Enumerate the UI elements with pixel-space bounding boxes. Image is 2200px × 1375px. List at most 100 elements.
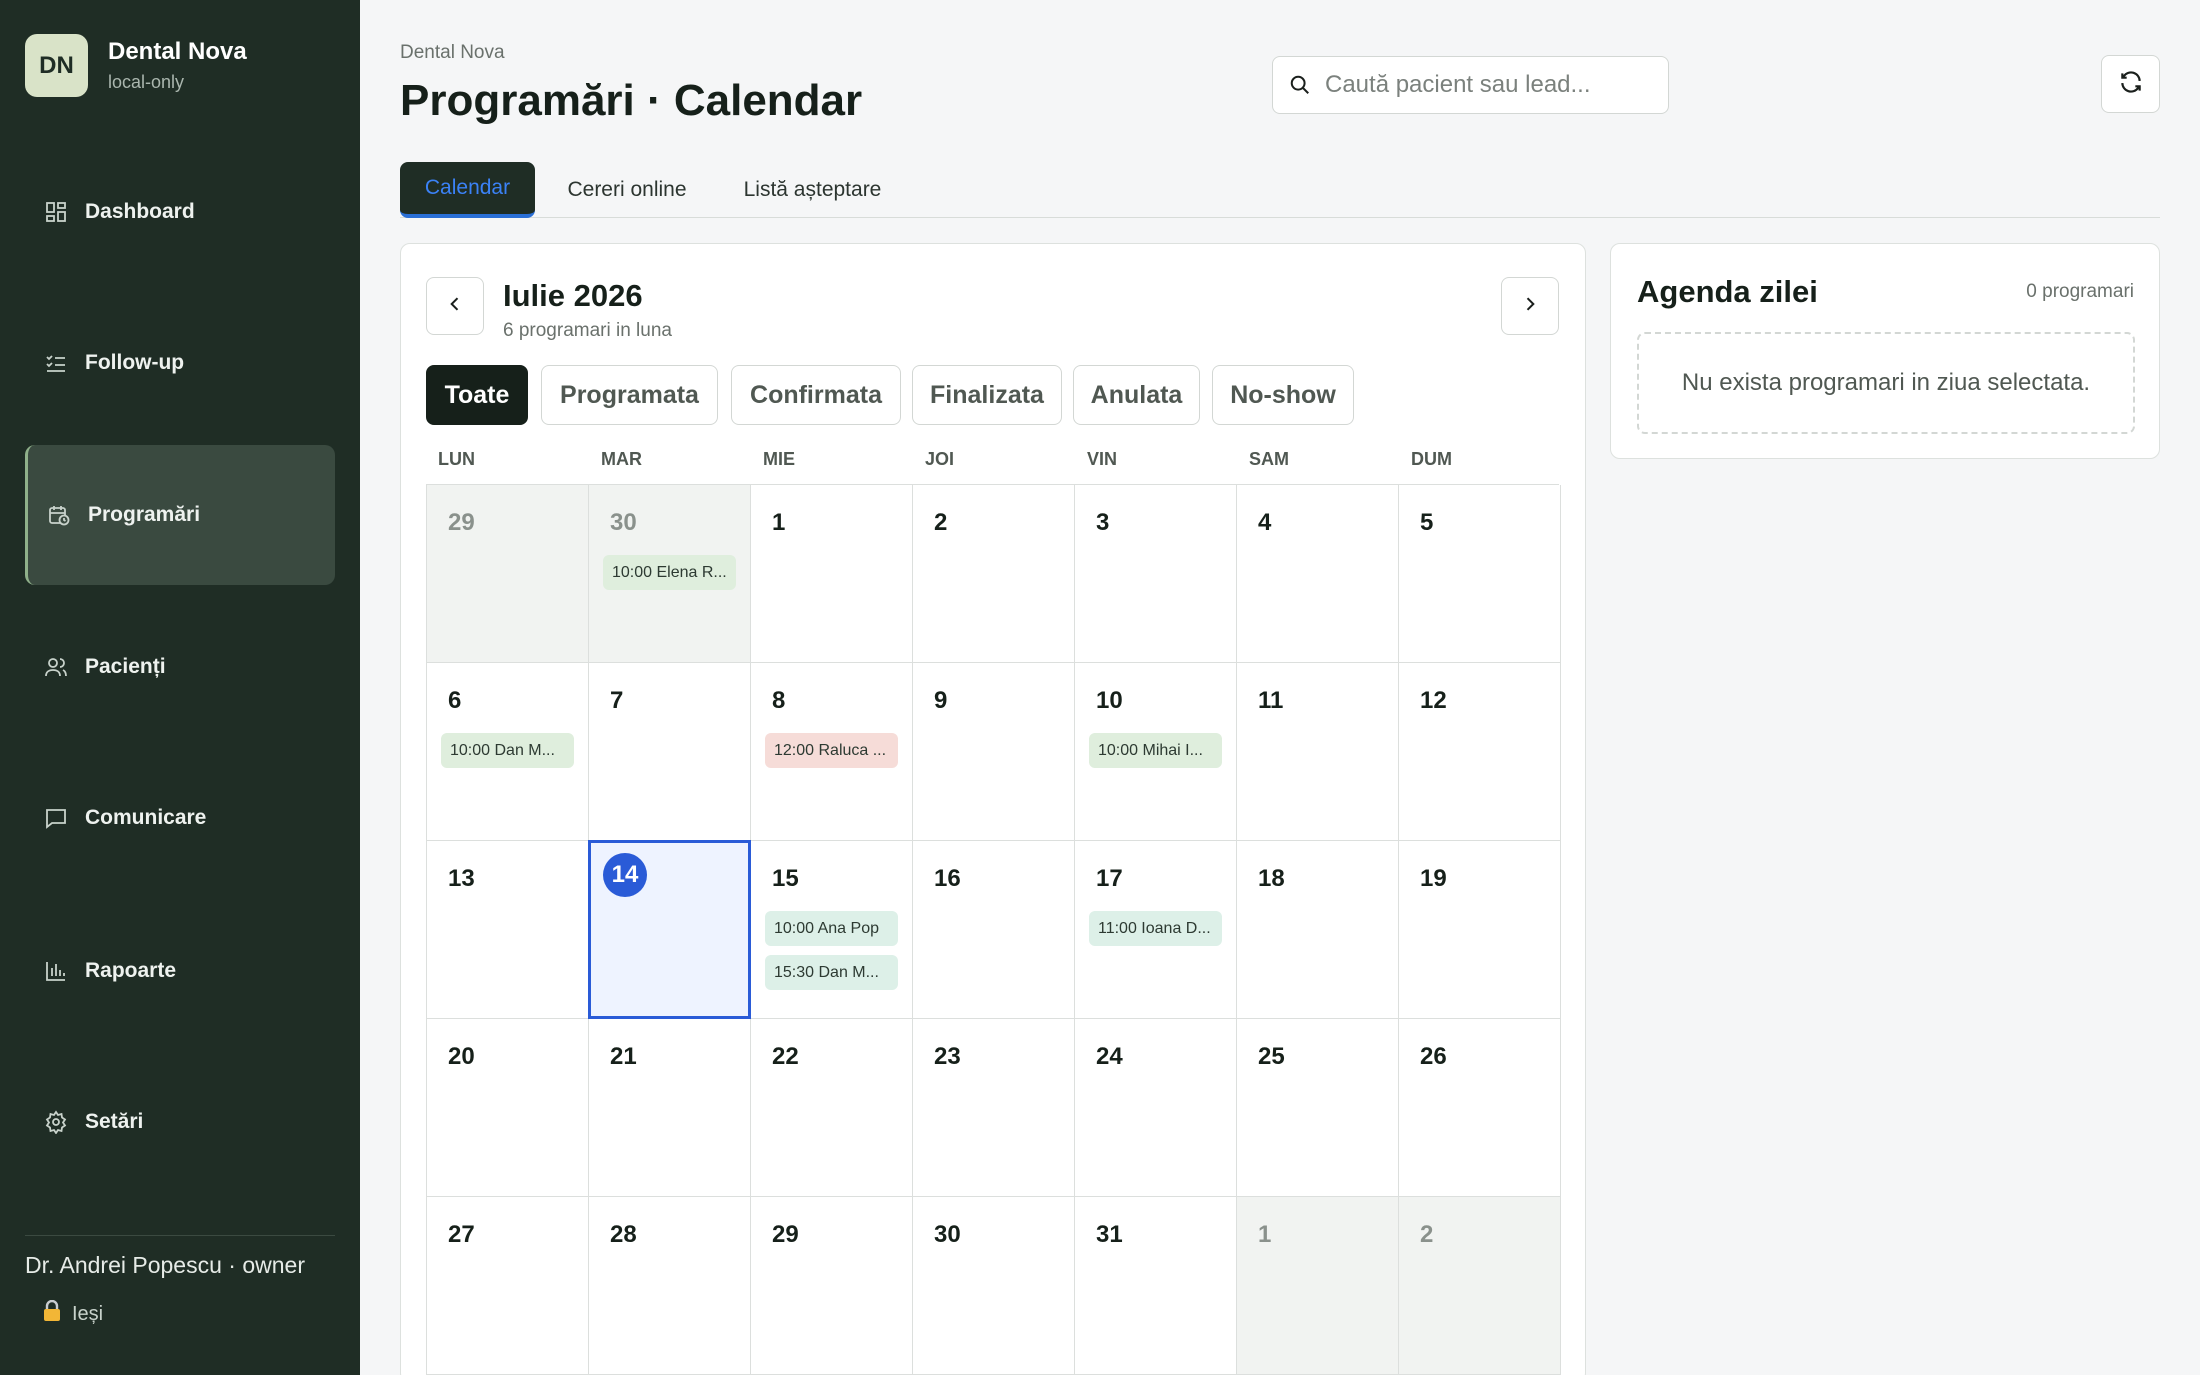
calendar-day[interactable]: 29 [751,1197,913,1375]
next-month-button[interactable] [1501,277,1559,335]
calendar-day[interactable]: 28 [589,1197,751,1375]
day-number: 19 [1420,865,1447,892]
day-number: 12 [1420,687,1447,714]
checklist-icon [43,350,69,376]
calendar-day[interactable]: 13 [427,841,589,1019]
calendar-day[interactable]: 12 [1399,663,1561,841]
weekday-label: MAR [601,449,642,469]
appointment-chip[interactable]: 10:00 Mihai I... [1089,733,1222,768]
appointment-chip[interactable]: 10:00 Dan M... [441,733,574,768]
weekday-label: DUM [1411,449,1452,469]
calendar-day[interactable]: 19 [1399,841,1561,1019]
agenda-card: Agenda zilei 0 programari Nu exista prog… [1610,243,2160,459]
filter-confirmata[interactable]: Confirmata [731,365,901,425]
calendar-day-today[interactable]: 14 [588,840,751,1019]
day-number: 22 [772,1043,799,1070]
refresh-icon [2118,69,2144,100]
calendar-day[interactable]: 18 [1237,841,1399,1019]
appointment-chip[interactable]: 11:00 Ioana D... [1089,911,1222,946]
weekday-label: VIN [1087,449,1118,469]
calendar-day[interactable]: 30 10:00 Elena R... [589,485,751,663]
filter-no-show[interactable]: No-show [1212,365,1354,425]
appointment-chip[interactable]: 12:00 Raluca ... [765,733,898,768]
calendar-day[interactable]: 16 [913,841,1075,1019]
calendar-day[interactable]: 30 [913,1197,1075,1375]
calendar-day[interactable]: 1 [751,485,913,663]
dashboard-icon [43,199,69,225]
bar-chart-icon [43,958,69,984]
tab-lista-asteptare[interactable]: Listă așteptare [725,162,900,218]
calendar-day[interactable]: 11 [1237,663,1399,841]
logout-label: Ieși [72,1302,104,1325]
appointment-chip[interactable]: 10:00 Ana Pop [765,911,898,946]
calendar-clock-icon [46,502,72,528]
calendar-day[interactable]: 2 [913,485,1075,663]
calendar-day[interactable]: 20 [427,1019,589,1197]
sidebar-item-programari[interactable]: Programări [25,445,335,585]
calendar-day[interactable]: 8 12:00 Raluca ... [751,663,913,841]
search-box[interactable] [1272,56,1669,114]
calendar-day[interactable]: 4 [1237,485,1399,663]
sidebar-item-setari[interactable]: Setări [25,1052,335,1192]
calendar-day[interactable]: 2 [1399,1197,1561,1375]
day-number: 27 [448,1221,475,1248]
day-number: 9 [934,687,948,714]
calendar-day[interactable]: 24 [1075,1019,1237,1197]
sidebar-item-dashboard[interactable]: Dashboard [25,142,335,282]
filter-toate[interactable]: Toate [426,365,528,425]
calendar-day[interactable]: 22 [751,1019,913,1197]
day-number: 2 [1420,1221,1434,1248]
calendar-day[interactable]: 27 [427,1197,589,1375]
calendar-day[interactable]: 5 [1399,485,1561,663]
calendar-day[interactable]: 26 [1399,1019,1561,1197]
calendar-day[interactable]: 25 [1237,1019,1399,1197]
filter-programata[interactable]: Programata [541,365,718,425]
calendar-day[interactable]: 6 10:00 Dan M... [427,663,589,841]
day-number: 29 [772,1221,799,1248]
search-icon [1289,74,1311,96]
sidebar-item-label: Dashboard [85,200,195,223]
sidebar-item-follow-up[interactable]: Follow-up [25,293,335,433]
search-input[interactable] [1325,71,1645,99]
day-number: 24 [1096,1043,1123,1070]
calendar-day[interactable]: 10 10:00 Mihai I... [1075,663,1237,841]
sidebar-item-rapoarte[interactable]: Rapoarte [25,901,335,1041]
calendar-day[interactable]: 7 [589,663,751,841]
prev-month-button[interactable] [426,277,484,335]
sidebar-item-comunicare[interactable]: Comunicare [25,748,335,888]
filter-finalizata[interactable]: Finalizata [912,365,1062,425]
day-number: 21 [610,1043,637,1070]
day-number: 3 [1096,509,1110,536]
day-number: 25 [1258,1043,1285,1070]
day-number: 14 [603,853,647,897]
filter-anulata[interactable]: Anulata [1073,365,1200,425]
calendar-day[interactable]: 15 10:00 Ana Pop 15:30 Dan M... [751,841,913,1019]
appointment-chip[interactable]: 10:00 Elena R... [603,555,736,590]
sidebar-item-label: Programări [88,503,201,526]
sidebar-item-pacienti[interactable]: Pacienți [25,597,335,737]
day-number: 15 [772,865,799,892]
appointment-chip[interactable]: 15:30 Dan M... [765,955,898,990]
calendar-day[interactable]: 21 [589,1019,751,1197]
tab-calendar[interactable]: Calendar [400,162,535,218]
tab-cereri-online[interactable]: Cereri online [552,162,702,218]
calendar-card: Iulie 2026 6 programari in luna Toate Pr… [400,243,1586,1375]
sidebar: DN Dental Nova local-only Dashboard Foll… [0,0,360,1375]
calendar-day[interactable]: 31 [1075,1197,1237,1375]
page-title: Programări · Calendar [400,76,863,125]
weekday-label: LUN [438,449,475,469]
calendar-day[interactable]: 9 [913,663,1075,841]
day-number: 10 [1096,687,1123,714]
logout-link[interactable]: Ieși [42,1299,104,1328]
calendar-day[interactable]: 29 [427,485,589,663]
calendar-day[interactable]: 3 [1075,485,1237,663]
month-summary: 6 programari in luna [503,320,672,341]
weekday-label: MIE [763,449,796,469]
calendar-day[interactable]: 17 11:00 Ioana D... [1075,841,1237,1019]
calendar-day[interactable]: 1 [1237,1197,1399,1375]
calendar-day[interactable]: 23 [913,1019,1075,1197]
weekday-label: JOI [925,449,955,469]
refresh-button[interactable] [2101,55,2160,113]
day-number: 28 [610,1221,637,1248]
day-number: 30 [934,1221,961,1248]
